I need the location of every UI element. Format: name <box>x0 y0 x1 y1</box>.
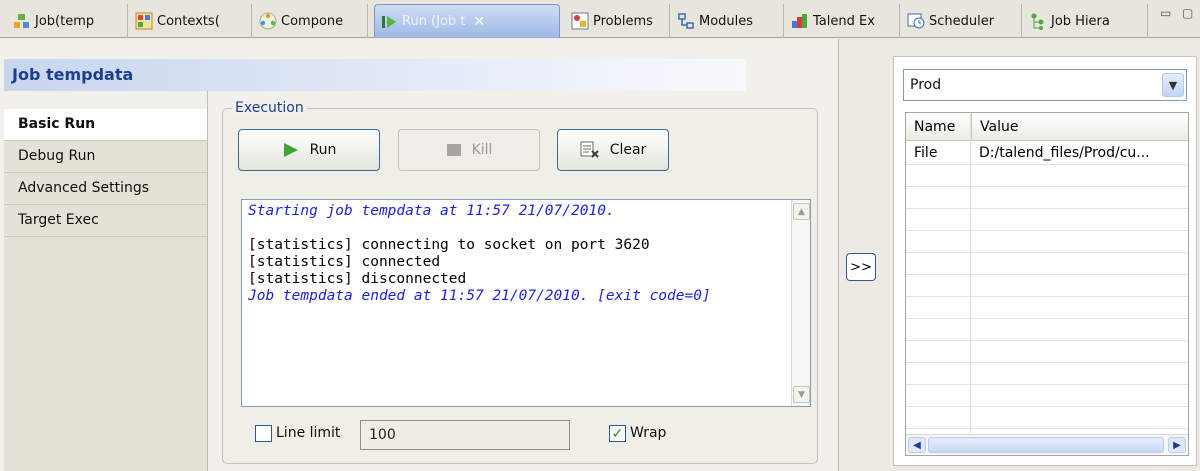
run-button[interactable]: Run <box>238 129 380 171</box>
nav-target-exec[interactable]: Target Exec <box>4 205 207 237</box>
console-vertical-scrollbar[interactable]: ▲ ▼ <box>791 200 810 406</box>
wrap-checkbox[interactable]: ✓ <box>609 425 626 442</box>
wrap-label: Wrap <box>630 425 667 441</box>
cell-value: D:/talend_files/Prod/cu... <box>979 145 1150 161</box>
clear-button[interactable]: Clear <box>557 129 669 171</box>
minimize-icon[interactable]: ▭ <box>1160 6 1171 20</box>
component-icon <box>259 12 277 30</box>
scroll-left-icon[interactable]: ◀ <box>908 437 926 453</box>
context-select[interactable]: Prod ▼ <box>903 69 1187 101</box>
close-icon[interactable]: ✕ <box>473 14 485 30</box>
context-table: Name Value File D:/talend_files/Prod/cu.… <box>905 112 1189 456</box>
table-horizontal-scrollbar[interactable]: ◀ ▶ <box>906 434 1188 455</box>
table-header: Name Value <box>906 113 1188 141</box>
tab-contexts[interactable]: Contexts( <box>130 4 252 38</box>
column-header-name[interactable]: Name <box>906 113 970 140</box>
console-line: [statistics] connecting to socket on por… <box>248 237 650 253</box>
run-mode-nav: Basic Run Debug Run Advanced Settings Ta… <box>4 109 208 471</box>
line-limit-checkbox[interactable] <box>255 425 272 442</box>
console-output[interactable]: Starting job tempdata at 11:57 21/07/201… <box>241 199 811 407</box>
run-icon <box>380 13 398 31</box>
apply-context-button[interactable]: >> <box>846 253 876 281</box>
tab-job[interactable]: Job(temp <box>8 4 128 38</box>
line-limit-input[interactable]: 100 <box>360 420 570 450</box>
kill-button[interactable]: Kill <box>398 129 540 171</box>
console-line: [statistics] disconnected <box>248 271 467 287</box>
stop-icon <box>446 144 461 156</box>
execution-legend: Execution <box>232 100 307 116</box>
modules-icon <box>677 12 695 30</box>
clear-console-icon <box>580 141 599 158</box>
cell-name: File <box>914 145 938 161</box>
tab-job-hierarchy[interactable]: Job Hiera <box>1024 4 1148 38</box>
tab-scheduler[interactable]: Scheduler <box>902 4 1022 38</box>
console-line: [statistics] connected <box>248 254 441 270</box>
scroll-right-icon[interactable]: ▶ <box>1168 437 1186 453</box>
contexts-icon <box>135 12 153 30</box>
tab-problems[interactable]: Problems <box>566 4 670 38</box>
maximize-icon[interactable]: ▢ <box>1182 6 1193 20</box>
nav-basic-run[interactable]: Basic Run <box>4 109 207 141</box>
tab-talend-exchange[interactable]: Talend Ex <box>786 4 900 38</box>
view-title: Job tempdata <box>4 59 746 91</box>
pane-separator <box>838 39 839 471</box>
problems-icon <box>571 12 589 30</box>
scroll-down-icon[interactable]: ▼ <box>793 386 810 403</box>
tab-modules[interactable]: Modules <box>672 4 784 38</box>
chevron-down-icon[interactable]: ▼ <box>1162 73 1184 97</box>
hierarchy-icon <box>1029 12 1047 30</box>
tab-components[interactable]: Compone <box>254 4 368 38</box>
table-row[interactable]: File D:/talend_files/Prod/cu... <box>906 143 1188 165</box>
nav-advanced-settings[interactable]: Advanced Settings <box>4 173 207 205</box>
nav-debug-run[interactable]: Debug Run <box>4 141 207 173</box>
console-text: Starting job tempdata at 11:57 21/07/201… <box>242 200 787 308</box>
console-line: Job tempdata ended at 11:57 21/07/2010. … <box>248 288 711 304</box>
scheduler-icon <box>907 12 925 30</box>
column-header-value[interactable]: Value <box>971 113 1188 140</box>
scroll-up-icon[interactable]: ▲ <box>793 203 810 220</box>
talend-exchange-icon <box>791 12 809 30</box>
tab-run[interactable]: Run (Job t ✕ <box>374 4 560 38</box>
console-line: Starting job tempdata at 11:57 21/07/201… <box>248 203 615 219</box>
play-icon <box>283 143 298 157</box>
line-limit-label: Line limit <box>276 425 341 441</box>
view-tab-bar: Job(temp Contexts( Compone Run (Job t ✕ … <box>0 0 1200 38</box>
job-icon <box>13 12 31 30</box>
scrollbar-thumb[interactable] <box>928 437 1164 453</box>
